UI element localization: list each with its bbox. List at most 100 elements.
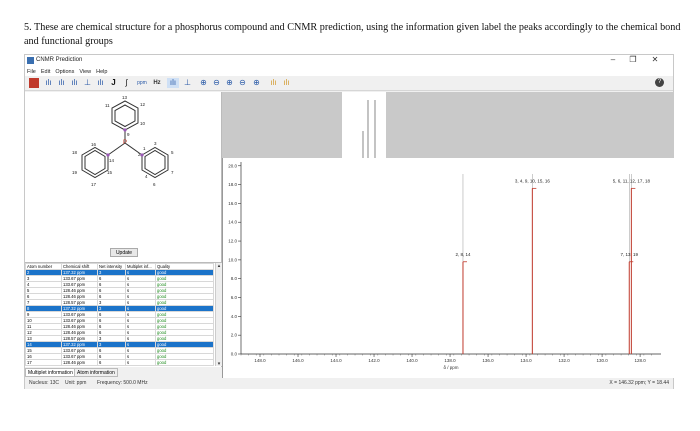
help-icon[interactable]: ?: [655, 78, 664, 87]
menu-file[interactable]: File: [27, 69, 36, 75]
minimize-button[interactable]: –: [603, 55, 623, 64]
panel-tabs: Multiplet information Atom information: [25, 367, 222, 377]
y-tick-label: 14.0: [228, 220, 237, 225]
x-tick-label: 128.0: [634, 358, 646, 363]
atom-label-17: 17: [91, 182, 97, 187]
table-row[interactable]: 18128.46 ppm6sgood: [25, 365, 214, 366]
status-nucleus: Nucleus: 13C: [29, 380, 60, 386]
x-tick-label: 142.0: [368, 358, 380, 363]
x-tick-label: 144.0: [330, 358, 342, 363]
atom-label-9: 9: [127, 132, 130, 137]
menu-help[interactable]: Help: [96, 69, 107, 75]
table-scrollbar[interactable]: ▴ ▾: [215, 263, 222, 366]
integral-icon[interactable]: ılı: [69, 78, 80, 88]
x-tick-label: 148.0: [254, 358, 266, 363]
y-tick-label: 4.0: [231, 314, 238, 319]
x-tick-label: 146.0: [292, 358, 304, 363]
coupling-j-button[interactable]: J: [109, 78, 118, 88]
peak-label: 2, 8, 14: [455, 252, 471, 257]
maximize-button[interactable]: ❐: [623, 55, 643, 64]
y-tick-label: 12.0: [228, 239, 237, 244]
zoom-out-icon[interactable]: ⊖: [211, 78, 222, 88]
atom-label-15: 15: [107, 170, 113, 175]
axis-icon[interactable]: ⊥: [82, 78, 93, 88]
close-button[interactable]: ✕: [645, 55, 665, 64]
cell-net-intensity: 6: [97, 365, 126, 366]
atom-label-11: 11: [105, 103, 110, 108]
cell-atom-number: 18: [25, 365, 62, 366]
y-tick-label: 0.0: [231, 352, 238, 357]
pdf-icon[interactable]: [29, 78, 39, 88]
spectrum-bars-icon[interactable]: ılı: [43, 78, 54, 88]
app-icon: [27, 57, 34, 64]
y-tick-label: 8.0: [231, 276, 238, 281]
atom-label-10: 10: [140, 121, 146, 126]
cnmr-spectrum-chart: 0.0 2.0 4.0 6.0 8.0 10.0 12.0 14.0 16.0 18.0 20.0 1…: [228, 162, 661, 370]
x-tick-label: 132.0: [558, 358, 570, 363]
x-tick-label: 134.0: [520, 358, 532, 363]
left-panel: P 1 2 3 4 5 6 7 9 10 11 12 13 14 15 16 1…: [25, 92, 222, 367]
zoom-x-icon[interactable]: ⊕: [224, 78, 235, 88]
x-tick-label: 138.0: [444, 358, 456, 363]
col-multiplet[interactable]: Multiplet inf...: [125, 263, 156, 270]
y-tick-label: 10.0: [228, 257, 237, 262]
tab-atom-information[interactable]: Atom information: [74, 368, 118, 377]
status-bar: Nucleus: 13C Unit: ppm Frequency: 500.0 …: [25, 378, 673, 389]
atom-label-6: 6: [153, 182, 156, 187]
atom-label-18: 18: [72, 150, 78, 155]
molecule-structure[interactable]: P 1 2 3 4 5 6 7 9 10 11 12 13 14 15 16 1…: [25, 92, 222, 242]
atom-label-16: 16: [91, 142, 97, 147]
x-tick-label: 140.0: [406, 358, 418, 363]
atom-label-7: 7: [171, 170, 174, 175]
atom-label-12: 12: [140, 102, 146, 107]
atom-label-3: 3: [154, 141, 157, 146]
atom-label-14: 14: [109, 158, 115, 163]
atom-label-1: 1: [143, 146, 146, 151]
tab-multiplet-information[interactable]: Multiplet information: [25, 368, 76, 377]
zoom-reset-icon[interactable]: ⊕: [251, 78, 262, 88]
atom-label-4: 4: [145, 174, 148, 179]
hz-button[interactable]: Hz: [151, 78, 163, 88]
status-frequency: Frequency: 500.0 MHz: [97, 380, 148, 386]
y-tick-label: 6.0: [231, 295, 238, 300]
integral-curve-icon[interactable]: ∫: [121, 78, 132, 88]
ppm-button[interactable]: ppm: [135, 78, 149, 88]
menu-options[interactable]: Options: [55, 69, 74, 75]
update-button[interactable]: Update: [110, 248, 138, 257]
x-axis-label: δ / ppm: [443, 365, 458, 370]
title-bar: CNMR Prediction – ❐ ✕: [25, 55, 673, 67]
y-tick-label: 18.0: [228, 182, 237, 187]
copy-spectrum-icon[interactable]: ılı: [281, 78, 292, 88]
menu-view[interactable]: View: [79, 69, 91, 75]
x-tick-label: 136.0: [482, 358, 494, 363]
menu-bar: File Edit Options View Help: [25, 67, 673, 76]
status-cursor: X = 146.32 ppm; Y = 18.44: [609, 380, 669, 386]
atom-table-container: Atom number Chemical shift Net intensity…: [25, 262, 222, 366]
col-net-intensity[interactable]: Net intensity: [97, 263, 126, 270]
peak-label: 3, 4, 9, 10, 15, 16: [515, 178, 551, 183]
y-tick-label: 2.0: [231, 333, 238, 338]
toolbar: ılı ılı ılı ⊥ ılı J ∫ ppm Hz ılı ⊥ ⊕ ⊖ ⊕…: [25, 76, 673, 91]
window-title: CNMR Prediction: [36, 57, 83, 63]
x-tick-label: 130.0: [596, 358, 608, 363]
overview-spectrum[interactable]: [222, 92, 674, 158]
atom-table: Atom number Chemical shift Net intensity…: [25, 263, 214, 366]
multiplet-icon[interactable]: ılı: [95, 78, 106, 88]
cell-multiplet: s: [125, 365, 156, 366]
export-spectrum-icon[interactable]: ılı: [268, 78, 279, 88]
cell-quality: good: [155, 365, 214, 366]
spectrum-panel[interactable]: 0.0 2.0 4.0 6.0 8.0 10.0 12.0 14.0 16.0 18.0 20.0 1…: [222, 158, 674, 378]
spectrum-peaks-icon[interactable]: ılı: [56, 78, 67, 88]
menu-edit[interactable]: Edit: [41, 69, 50, 75]
cell-chemical-shift: 128.46 ppm: [61, 365, 98, 366]
view-mode-icon[interactable]: ılı: [167, 78, 179, 88]
zoom-in-icon[interactable]: ⊕: [198, 78, 209, 88]
question-text: 5. These are chemical structure for a ph…: [24, 22, 681, 47]
atom-label-13: 13: [122, 95, 128, 100]
peak-label: 5, 6, 11, 12, 17, 18: [613, 178, 651, 183]
status-unit: Unit: ppm: [65, 380, 87, 386]
y-tick-label: 20.0: [228, 163, 237, 168]
zoom-y-icon[interactable]: ⊖: [237, 78, 248, 88]
baseline-icon[interactable]: ⊥: [182, 78, 193, 88]
atom-label-19: 19: [72, 170, 78, 175]
